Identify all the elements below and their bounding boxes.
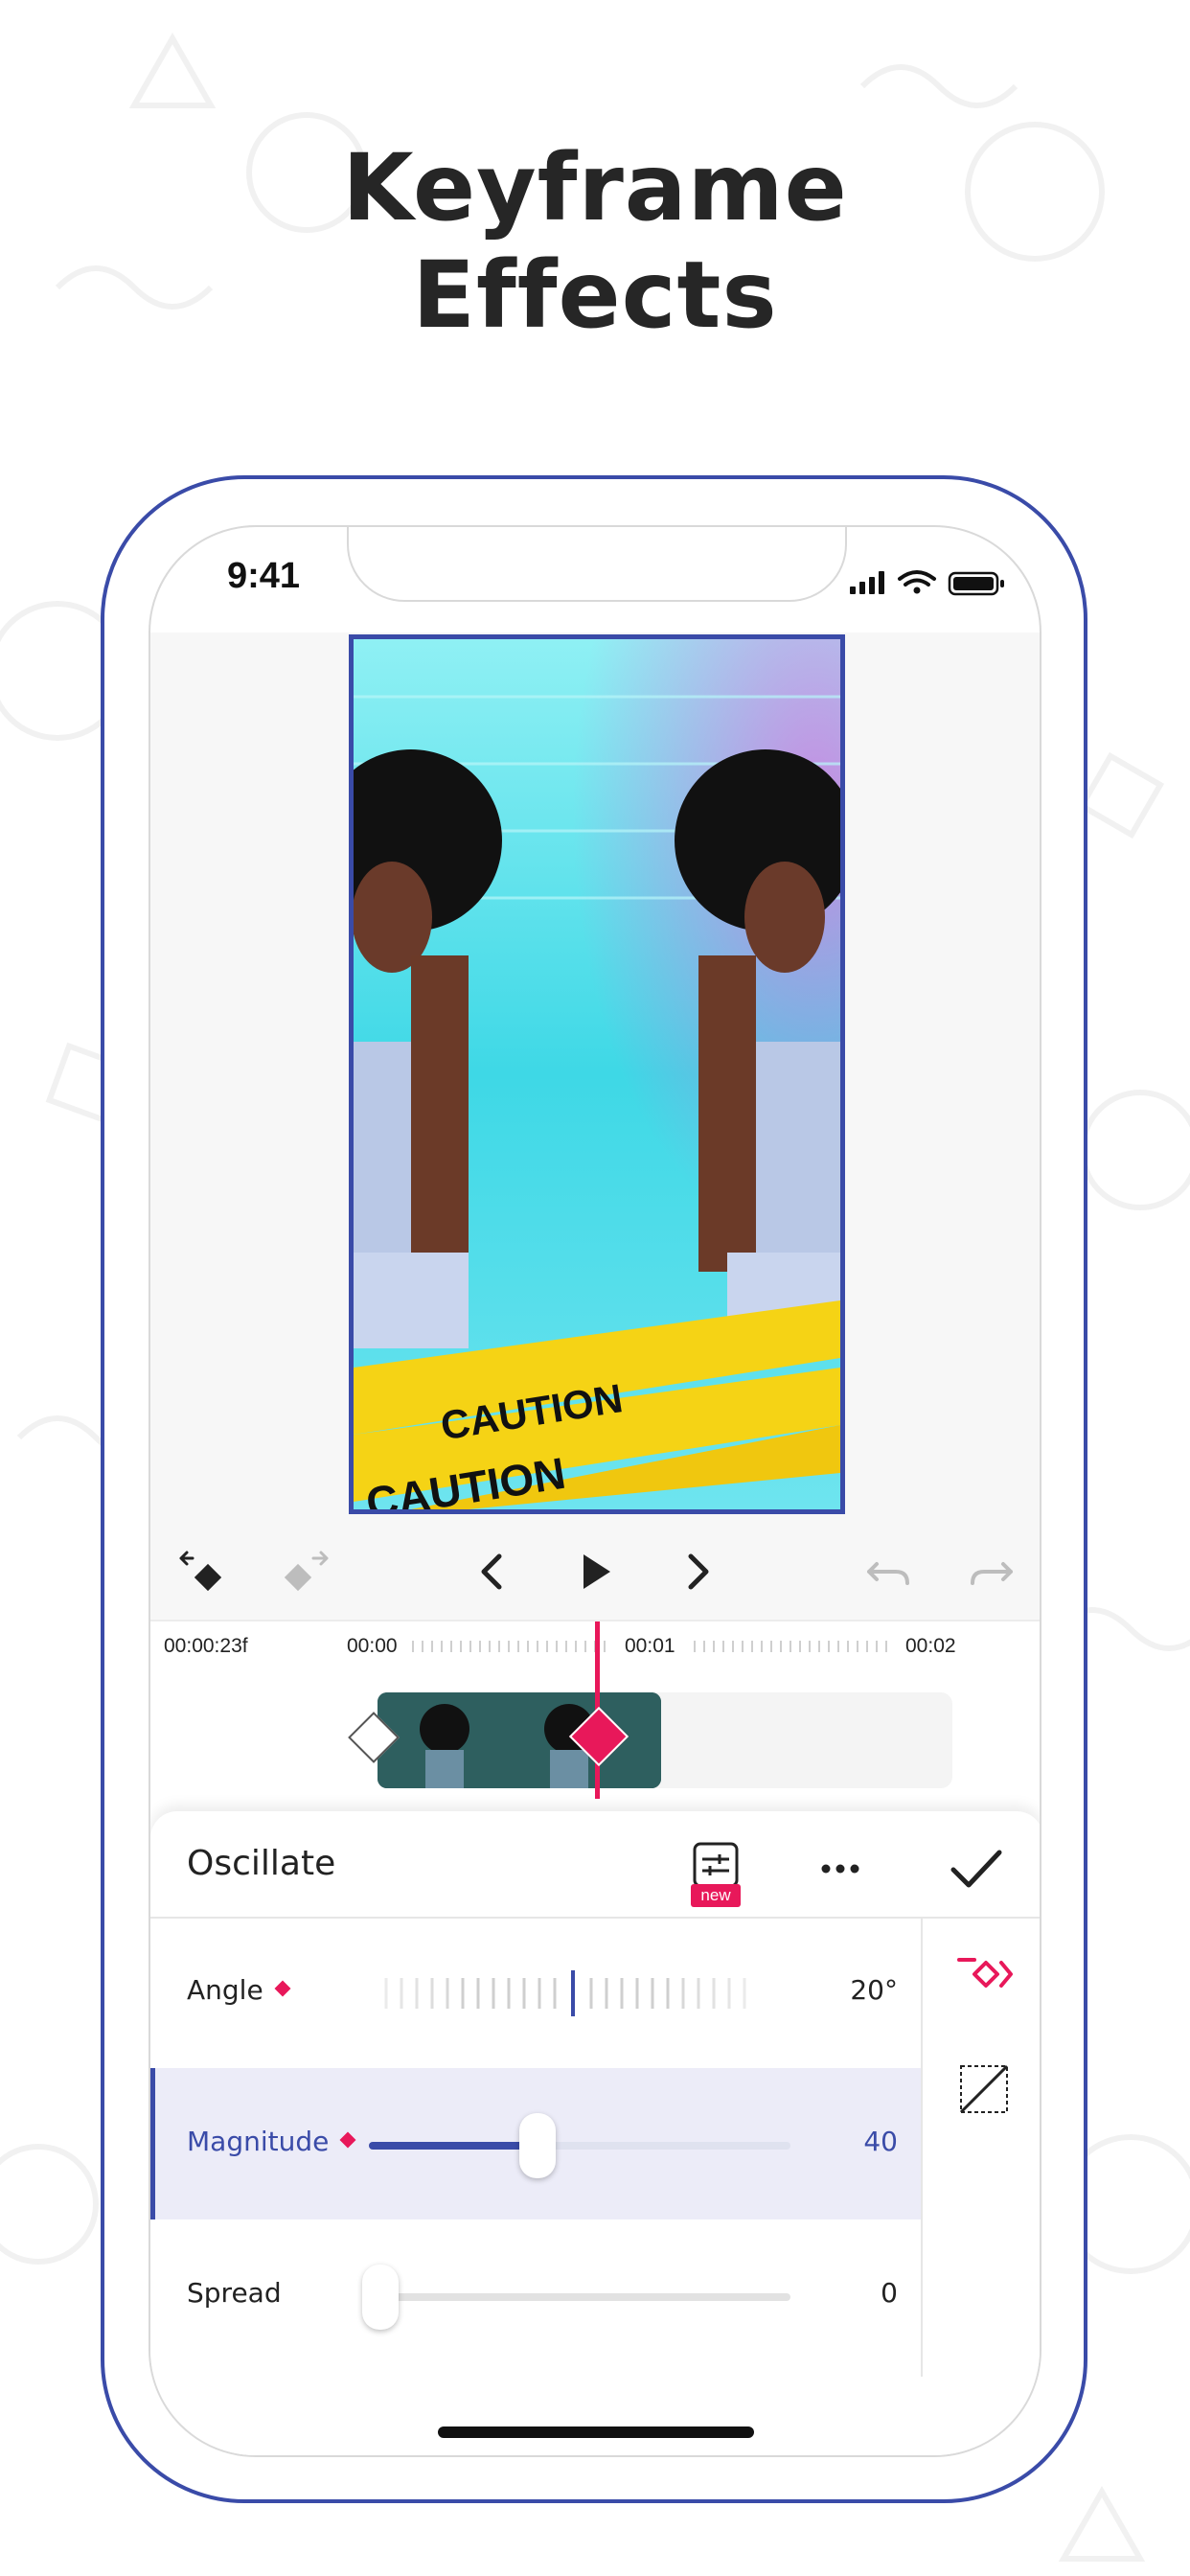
panel-header: Oscillate new: [150, 1811, 1040, 1919]
prev-keyframe-button[interactable]: [164, 1524, 240, 1620]
chevron-right-icon: [688, 1553, 709, 1590]
play-icon: [584, 1554, 610, 1589]
timeline-ruler: [694, 1641, 887, 1652]
adjust-button[interactable]: new: [677, 1830, 754, 1907]
param-value-angle: 20°: [850, 1974, 898, 2006]
timeline-tick-label: 00:02: [905, 1635, 956, 1657]
effect-title: Oscillate: [187, 1844, 336, 1883]
keyframe-tool-button[interactable]: [946, 1936, 1022, 2012]
preview-image: CAUTION CAUTION: [354, 639, 840, 1509]
checkmark-icon: [950, 1850, 1002, 1888]
selection-indicator: [150, 2068, 155, 2220]
param-label-angle: Angle: [187, 1974, 291, 2006]
status-time: 9:41: [227, 556, 301, 596]
prev-keyframe-icon: [179, 1551, 222, 1592]
param-row-spread[interactable]: Spread 0: [150, 2220, 921, 2371]
more-button[interactable]: [802, 1830, 879, 1907]
redo-icon: [971, 1562, 1013, 1585]
keyframe-diamond-icon: [339, 2131, 356, 2149]
step-forward-button[interactable]: [660, 1524, 737, 1620]
battery-icon: [948, 571, 1004, 596]
slider-fill: [369, 2142, 538, 2150]
keyframe-tool-icon: [957, 1958, 1013, 1988]
parameter-list: Angle 20° Magnitude 40 Spread 0: [150, 1917, 921, 2377]
phone-notch: [347, 527, 847, 602]
next-keyframe-button[interactable]: [267, 1524, 344, 1620]
angle-dial[interactable]: [377, 1965, 769, 2022]
timeline-tick-label: 00:00: [347, 1635, 398, 1657]
headline-line-1: Keyframe: [342, 134, 848, 242]
video-preview[interactable]: CAUTION CAUTION: [349, 634, 845, 1514]
param-name: Magnitude: [187, 2126, 330, 2157]
keyframe-diamond-icon: [274, 1980, 291, 1997]
redo-button[interactable]: [953, 1524, 1030, 1620]
easing-tool-button[interactable]: [946, 2051, 1022, 2128]
current-timecode: 00:00:23f: [164, 1635, 248, 1657]
signal-icon: [850, 571, 884, 594]
param-row-magnitude[interactable]: Magnitude 40: [150, 2068, 921, 2220]
param-name: Angle: [187, 1974, 263, 2006]
chevron-left-icon: [481, 1553, 502, 1590]
panel-side-tools: [921, 1917, 1040, 2377]
new-badge: new: [691, 1884, 741, 1907]
home-indicator: [438, 2426, 754, 2438]
param-row-angle[interactable]: Angle 20°: [150, 1917, 921, 2068]
param-label-magnitude: Magnitude: [187, 2126, 356, 2157]
play-button[interactable]: [557, 1524, 633, 1620]
effect-panel: Oscillate new Angle 20° Magnitude 40 Spr…: [150, 1811, 1040, 2455]
undo-icon: [867, 1562, 909, 1585]
timeline[interactable]: 00:00:23f 00:00 00:01 00:02: [150, 1620, 1040, 1823]
undo-button[interactable]: [850, 1524, 927, 1620]
figure-right: [675, 749, 840, 1348]
playback-toolbar: [150, 1524, 1040, 1620]
step-back-button[interactable]: [453, 1524, 530, 1620]
magnitude-slider[interactable]: [369, 2113, 790, 2178]
more-icon: [821, 1864, 859, 1874]
phone-screen: 9:41 CAUTION CAUTION 00:00:23f 00:00 00:…: [149, 525, 1041, 2457]
param-value-magnitude: 40: [863, 2126, 898, 2157]
param-value-spread: 0: [881, 2277, 898, 2309]
param-name: Spread: [187, 2277, 282, 2309]
spread-slider[interactable]: [362, 2265, 790, 2330]
slider-knob[interactable]: [519, 2113, 556, 2178]
easing-icon: [959, 2064, 1009, 2114]
wifi-icon: [898, 570, 936, 586]
timeline-tick-label: 00:01: [625, 1635, 675, 1657]
timeline-ruler: [412, 1641, 606, 1652]
page-headline: Keyframe Effects: [0, 134, 1190, 349]
slider-knob[interactable]: [362, 2265, 399, 2330]
next-keyframe-icon: [284, 1551, 329, 1592]
status-icons: [850, 570, 1004, 596]
param-label-spread: Spread: [187, 2277, 282, 2309]
headline-line-2: Effects: [412, 242, 778, 349]
done-button[interactable]: [938, 1830, 1015, 1907]
